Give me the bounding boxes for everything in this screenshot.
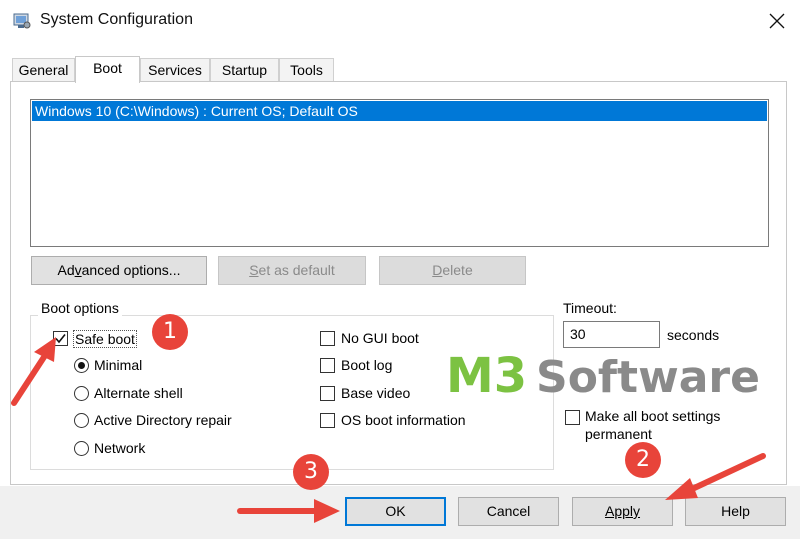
boot-options-title: Boot options <box>38 300 122 316</box>
set-as-default-button[interactable]: Set as default <box>218 256 366 285</box>
radio-dot <box>78 362 85 369</box>
delete-button[interactable]: Delete <box>379 256 526 285</box>
checkbox-box[interactable] <box>320 413 335 428</box>
ok-button[interactable]: OK <box>345 497 446 526</box>
watermark-software-text: Software <box>536 352 760 402</box>
checkbox-box[interactable] <box>53 331 68 346</box>
timeout-unit-label: seconds <box>667 327 720 343</box>
m3-software-watermark: M3 Software <box>446 348 760 402</box>
system-configuration-icon <box>13 12 31 30</box>
tab-tools[interactable]: Tools <box>279 58 334 82</box>
step-3-badge: 3 <box>293 454 329 490</box>
radio-circle[interactable] <box>74 441 89 456</box>
radio-circle[interactable] <box>74 413 89 428</box>
radio-circle[interactable] <box>74 358 89 373</box>
boot-log-label[interactable]: Boot log <box>341 357 392 373</box>
step-1-badge: 1 <box>152 314 188 350</box>
checkmark-icon <box>55 334 66 344</box>
make-permanent-label-line1[interactable]: Make all boot settings <box>585 408 720 424</box>
alternate-shell-label[interactable]: Alternate shell <box>94 385 183 401</box>
radio-circle[interactable] <box>74 386 89 401</box>
base-video-label[interactable]: Base video <box>341 385 410 401</box>
close-button[interactable] <box>758 4 796 38</box>
timeout-input[interactable]: 30 <box>563 321 660 348</box>
title-bar: System Configuration <box>0 0 800 44</box>
ad-repair-label[interactable]: Active Directory repair <box>94 412 232 428</box>
cancel-button[interactable]: Cancel <box>458 497 559 526</box>
advanced-options-button[interactable]: Advanced options... <box>31 256 207 285</box>
window-title: System Configuration <box>40 11 193 28</box>
timeout-label: Timeout: <box>563 300 617 316</box>
tab-strip: General Boot Services Startup Tools <box>0 56 800 83</box>
minimal-label[interactable]: Minimal <box>94 357 142 373</box>
watermark-m3-text: M3 <box>446 348 527 402</box>
help-button[interactable]: Help <box>685 497 786 526</box>
tab-boot[interactable]: Boot <box>75 56 140 83</box>
network-label[interactable]: Network <box>94 440 145 456</box>
os-list[interactable]: Windows 10 (C:\Windows) : Current OS; De… <box>30 99 769 247</box>
close-icon <box>769 13 785 29</box>
safe-boot-label[interactable]: Safe boot <box>73 330 137 348</box>
os-boot-information-label[interactable]: OS boot information <box>341 412 466 428</box>
apply-button[interactable]: Apply <box>572 497 673 526</box>
tab-services[interactable]: Services <box>140 58 210 82</box>
os-list-item[interactable]: Windows 10 (C:\Windows) : Current OS; De… <box>32 101 767 121</box>
no-gui-boot-label[interactable]: No GUI boot <box>341 330 419 346</box>
step-2-badge: 2 <box>625 442 661 478</box>
tab-general[interactable]: General <box>12 58 75 82</box>
checkbox-box[interactable] <box>565 410 580 425</box>
checkbox-box[interactable] <box>320 358 335 373</box>
checkbox-box[interactable] <box>320 331 335 346</box>
tab-startup[interactable]: Startup <box>210 58 279 82</box>
checkbox-box[interactable] <box>320 386 335 401</box>
make-permanent-label-line2[interactable]: permanent <box>585 426 652 442</box>
